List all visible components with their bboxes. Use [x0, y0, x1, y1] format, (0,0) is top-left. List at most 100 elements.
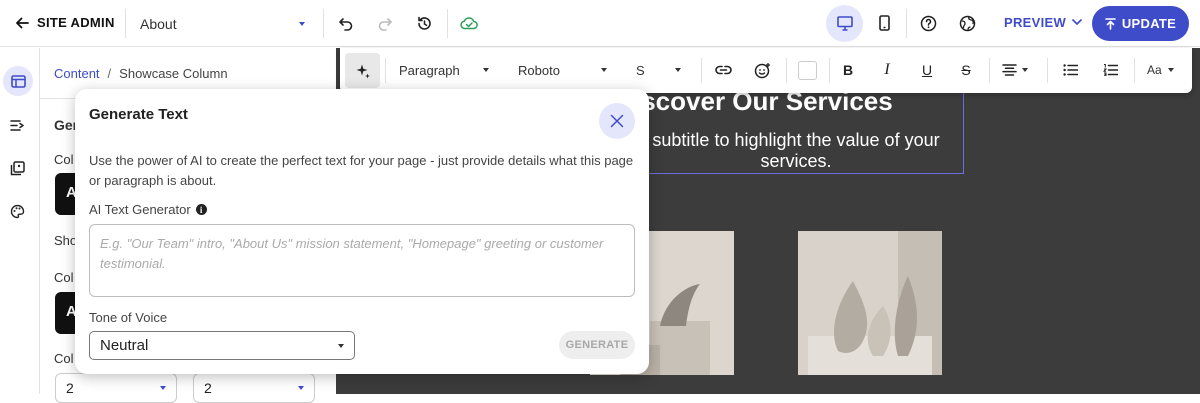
- rail-content-button[interactable]: [3, 66, 33, 96]
- back-arrow-icon[interactable]: [12, 12, 32, 34]
- close-button[interactable]: [599, 103, 635, 139]
- emoji-icon: [754, 62, 770, 78]
- block-type-select[interactable]: Paragraph: [399, 59, 489, 81]
- close-icon: [610, 114, 624, 128]
- modal-title: Generate Text: [89, 106, 188, 123]
- font-size-select[interactable]: S: [636, 59, 681, 81]
- underline-icon: U: [921, 62, 933, 78]
- divider: [829, 58, 830, 83]
- preview-label: PREVIEW: [1004, 15, 1067, 30]
- desktop-icon: [836, 16, 853, 31]
- bullet-list-button[interactable]: [1059, 59, 1081, 81]
- numbered-list-button[interactable]: [1099, 59, 1121, 81]
- divider: [323, 9, 324, 38]
- upload-icon: [1105, 17, 1116, 30]
- link-button[interactable]: [712, 59, 734, 81]
- chevron-down-icon: [338, 343, 344, 348]
- divider: [701, 58, 702, 83]
- ai-text-generator-label: AI Text Generator i: [89, 202, 207, 217]
- sparkle-icon: [356, 64, 370, 78]
- breadcrumb: Content / Showcase Column: [54, 66, 228, 81]
- align-center-icon: [1002, 64, 1017, 76]
- field-label: Col: [54, 270, 74, 285]
- help-button[interactable]: [915, 10, 941, 36]
- tone-of-voice-value: Neutral: [100, 337, 149, 354]
- divider: [125, 9, 126, 38]
- undo-icon: [339, 18, 353, 31]
- page-select[interactable]: About: [127, 8, 313, 39]
- chevron-down-icon: [160, 386, 166, 390]
- history-icon: [417, 16, 431, 30]
- ai-prompt-textarea[interactable]: [89, 224, 635, 297]
- divider: [989, 58, 990, 83]
- redo-button[interactable]: [372, 10, 398, 36]
- align-select[interactable]: [1002, 59, 1028, 81]
- left-rail: [0, 48, 40, 394]
- menu-arrow-icon: [9, 119, 24, 131]
- rail-design-button[interactable]: [4, 198, 30, 224]
- divider: [447, 9, 448, 38]
- strikethrough-button[interactable]: S: [955, 59, 977, 81]
- divider: [786, 58, 787, 83]
- rail-navigation-button[interactable]: [4, 112, 30, 138]
- columns-select[interactable]: 2: [55, 373, 177, 403]
- rail-pages-button[interactable]: [4, 155, 30, 181]
- cloud-saved-icon: [456, 10, 482, 36]
- emoji-button[interactable]: [751, 59, 773, 81]
- chevron-down-icon: [1022, 68, 1028, 72]
- chevron-down-icon: [298, 386, 304, 390]
- mobile-icon: [878, 15, 890, 31]
- link-icon: [714, 65, 732, 75]
- layout-icon: [10, 74, 26, 88]
- generate-button[interactable]: GENERATE: [559, 331, 635, 359]
- preview-button[interactable]: PREVIEW: [1004, 15, 1082, 30]
- field-label: Col: [54, 351, 74, 366]
- breadcrumb-separator: /: [107, 66, 112, 81]
- ai-generate-button[interactable]: [345, 53, 380, 88]
- desktop-view-button[interactable]: [826, 5, 863, 42]
- redo-icon: [378, 18, 392, 31]
- text-size-button[interactable]: Aa: [1147, 59, 1174, 81]
- pages-icon: [10, 160, 25, 175]
- ai-text-generator-label-text: AI Text Generator: [89, 202, 191, 217]
- globe-icon: [959, 15, 975, 31]
- divider: [1047, 58, 1048, 83]
- text-color-swatch[interactable]: [798, 61, 817, 80]
- update-label: UPDATE: [1121, 16, 1177, 31]
- divider: [906, 9, 907, 38]
- bullet-list-icon: [1062, 64, 1078, 76]
- italic-icon: I: [884, 61, 890, 78]
- underline-button[interactable]: U: [916, 59, 938, 81]
- bold-button[interactable]: B: [837, 59, 859, 81]
- breadcrumb-current: Showcase Column: [119, 66, 228, 81]
- field-label: Sho: [54, 233, 78, 248]
- font-size-value: S: [636, 62, 645, 78]
- showcase-image[interactable]: [798, 231, 942, 375]
- field-label: Col: [54, 152, 74, 167]
- question-icon: [920, 15, 936, 31]
- mobile-view-button[interactable]: [871, 10, 897, 36]
- update-button[interactable]: UPDATE: [1092, 6, 1189, 41]
- font-family-select[interactable]: Roboto: [518, 59, 607, 81]
- numbered-list-icon: [1102, 64, 1118, 76]
- strikethrough-icon: S: [961, 62, 971, 78]
- modal-description: Use the power of AI to create the perfec…: [89, 153, 634, 188]
- format-toolbar: Paragraph Roboto S B I U S Aa: [340, 48, 1192, 93]
- font-family-value: Roboto: [518, 62, 560, 78]
- history-button[interactable]: [411, 10, 437, 36]
- generate-text-modal: Generate Text Use the power of AI to cre…: [75, 89, 649, 374]
- chevron-down-icon: [601, 68, 607, 72]
- tone-of-voice-select[interactable]: Neutral: [89, 331, 355, 360]
- italic-button[interactable]: I: [876, 59, 898, 81]
- breadcrumb-content-link[interactable]: Content: [54, 66, 100, 81]
- bold-icon: B: [842, 62, 854, 78]
- columns-select[interactable]: 2: [193, 373, 315, 403]
- chevron-down-icon: [299, 21, 305, 26]
- top-bar: SITE ADMIN About PREVIEW UPDATE: [0, 0, 1200, 47]
- divider: [385, 58, 386, 83]
- undo-button[interactable]: [333, 10, 359, 36]
- text-size-icon: Aa: [1147, 63, 1162, 77]
- hero-subtitle[interactable]: subtitle to highlight the value of your …: [646, 130, 946, 172]
- info-icon[interactable]: i: [195, 204, 207, 215]
- language-button[interactable]: [954, 10, 980, 36]
